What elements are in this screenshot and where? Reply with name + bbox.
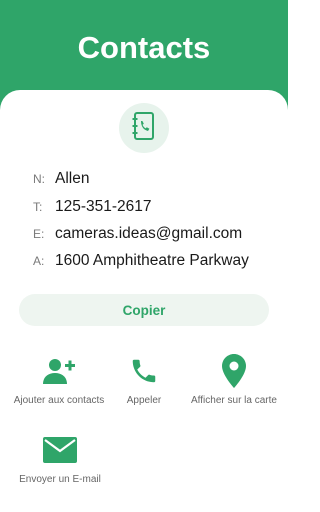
name-row: N: Allen (33, 168, 89, 190)
address-book-icon (131, 111, 157, 146)
contact-avatar (119, 103, 169, 153)
email-key: E: (33, 227, 45, 241)
address-row: A: 1600 Amphitheatre Parkway (33, 250, 249, 272)
mail-icon (43, 436, 77, 468)
send-email-label: Envoyer un E-mail (19, 474, 101, 485)
copy-button[interactable]: Copier (19, 294, 269, 326)
phone-key: T: (33, 200, 43, 214)
phone-row: T: 125-351-2617 (33, 196, 152, 218)
address-key: A: (33, 254, 45, 268)
page-title: Contacts (77, 30, 211, 65)
phone-icon (129, 356, 159, 391)
map-pin-icon (222, 353, 246, 393)
contact-address: 1600 Amphitheatre Parkway (55, 252, 249, 269)
add-person-icon (43, 357, 75, 390)
send-email-action[interactable]: Envoyer un E-mail (0, 432, 120, 485)
name-key: N: (33, 172, 45, 186)
show-map-label: Afficher sur la carte (191, 395, 277, 406)
email-row: E: cameras.ideas@gmail.com (33, 223, 242, 245)
show-map-action[interactable]: Afficher sur la carte (174, 353, 294, 406)
contact-phone: 125-351-2617 (55, 198, 152, 215)
contact-email: cameras.ideas@gmail.com (55, 225, 243, 242)
contact-name: Allen (55, 170, 90, 187)
